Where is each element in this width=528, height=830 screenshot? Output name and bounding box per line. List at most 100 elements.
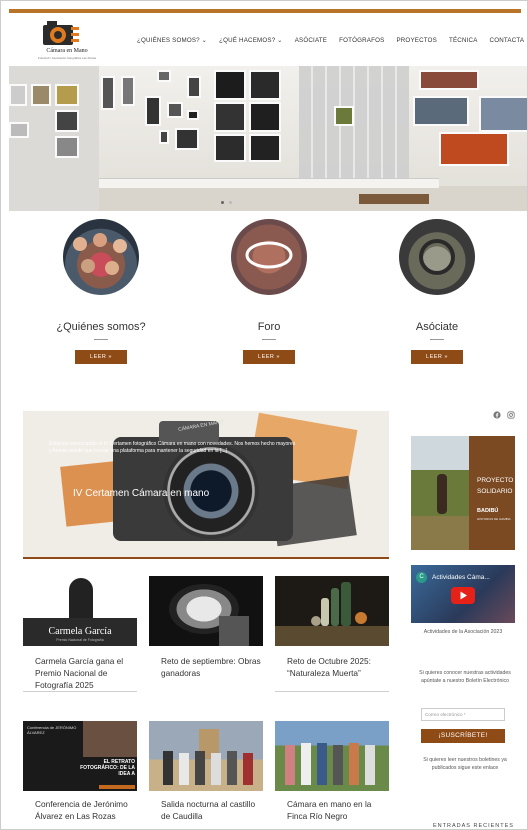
top-accent-line xyxy=(9,9,521,13)
exhibit-photo xyxy=(214,102,246,132)
exhibit-photo xyxy=(479,96,527,132)
hero-slider[interactable] xyxy=(9,66,527,211)
exhibit-bench xyxy=(359,194,429,204)
featured-post-image[interactable]: CÁMARA EN MANO xyxy=(23,411,389,557)
post-title[interactable]: Conferencia de Jerónimo Álvarez en Las R… xyxy=(35,798,135,822)
nav-item-tecnica[interactable]: TÉCNICA xyxy=(449,37,478,44)
feature-title: Foro xyxy=(257,321,281,333)
post-thumbnail[interactable] xyxy=(275,576,389,646)
featured-underline xyxy=(23,557,389,559)
feature-asociate: Asóciate LEER » xyxy=(387,219,487,364)
exhibit-photo xyxy=(249,102,281,132)
page: Cámara en Mano Fotoclub / Asociación fot… xyxy=(0,0,528,830)
read-more-button[interactable]: LEER » xyxy=(411,350,463,364)
email-field[interactable]: Correo electrónico * xyxy=(421,708,505,721)
slider-dots xyxy=(221,201,232,204)
post-card[interactable] xyxy=(275,576,389,646)
exhibit-photo xyxy=(187,110,199,120)
slider-dot[interactable] xyxy=(221,201,224,204)
exhibit-photo xyxy=(334,106,354,126)
camera-logo-icon xyxy=(43,21,79,45)
exhibit-photo xyxy=(439,132,509,166)
nav-item-asociate[interactable]: ASÓCIATE xyxy=(295,37,327,44)
logo-subtitle: Fotoclub / Asociación fotográfica Las Ro… xyxy=(37,56,97,60)
hands-photo[interactable] xyxy=(399,219,475,295)
exhibit-photo xyxy=(214,70,246,100)
social-links xyxy=(493,411,515,419)
post-card[interactable]: Carmela García Premio Nacional de Fotogr… xyxy=(23,576,137,646)
nav-item-que-hacemos[interactable]: ¿QUÉ HACEMOS? ⌄ xyxy=(219,37,283,44)
thumbnail-subtext: Conferencia de JERÓNIMO ÁLVAREZ xyxy=(27,725,77,735)
divider xyxy=(430,339,444,340)
read-more-button[interactable]: LEER » xyxy=(75,350,127,364)
exhibit-photo xyxy=(55,84,79,106)
video-caption: Actividades de la Asociación 2023 xyxy=(423,629,503,635)
post-title[interactable]: Reto de septiembre: Obras ganadoras xyxy=(161,655,261,679)
post-title[interactable]: Salida nocturna al castillo de Caudilla xyxy=(161,798,261,822)
post-title[interactable]: Cámara en mano en la Finca Río Negro xyxy=(287,798,387,822)
post-card[interactable] xyxy=(275,721,389,791)
solidarity-project-banner[interactable]: PROYECTO SOLIDARIO BADIBÚ HISTORIAS DE G… xyxy=(411,436,515,550)
post-thumbnail[interactable]: Carmela García Premio Nacional de Fotogr… xyxy=(23,576,137,646)
subscribe-button[interactable]: ¡SUSCRÍBETE! xyxy=(421,729,505,743)
feature-foro: Foro LEER » xyxy=(219,219,319,364)
exhibit-photo xyxy=(157,70,171,82)
crowd-photo[interactable] xyxy=(231,219,307,295)
post-thumbnail[interactable]: Conferencia de JERÓNIMO ÁLVAREZ EL RETRA… xyxy=(23,721,137,791)
post-title[interactable]: Reto de Octubre 2025: “Naturaleza Muerta… xyxy=(287,655,387,679)
exhibit-photo xyxy=(214,134,246,162)
exhibit-photo xyxy=(31,84,51,106)
slider-dot[interactable] xyxy=(229,201,232,204)
featured-post-title[interactable]: IV Certamen Cámara en mano xyxy=(73,488,209,499)
instagram-icon[interactable] xyxy=(507,411,515,419)
exhibit-photo xyxy=(175,128,199,150)
recent-posts-heading: ENTRADAS RECIENTES xyxy=(433,823,514,829)
group-photo[interactable] xyxy=(63,219,139,295)
thumbnail-text: Carmela García xyxy=(48,626,112,637)
exhibit-photo xyxy=(159,130,169,144)
nav-item-quienes-somos[interactable]: ¿QUIÉNES SOMOS? ⌄ xyxy=(137,37,207,44)
post-card[interactable] xyxy=(149,721,263,791)
nav-item-proyectos[interactable]: PROYECTOS xyxy=(396,37,437,44)
exhibit-photo xyxy=(55,110,79,132)
thumbnail-subtext: Premio Nacional de Fotografía xyxy=(56,638,104,642)
exhibit-photo xyxy=(55,136,79,158)
logo-text: Cámara en Mano xyxy=(46,48,88,54)
feature-quienes-somos: ¿Quiénes somos? LEER » xyxy=(51,219,151,364)
video-embed[interactable]: C Actividades Cáma... xyxy=(411,565,515,623)
facebook-icon[interactable] xyxy=(493,411,501,419)
archive-text[interactable]: Si quieres leer nuestros boletines ya pu… xyxy=(419,756,511,772)
channel-avatar: C xyxy=(416,572,427,583)
divider xyxy=(94,339,108,340)
banner-line: BADIBÚ xyxy=(477,508,499,514)
play-icon[interactable] xyxy=(451,587,475,604)
nav-item-fotografos[interactable]: FOTÓGRAFOS xyxy=(339,37,384,44)
exhibit-photo xyxy=(121,76,135,106)
exhibit-grid xyxy=(299,66,409,186)
banner-line: PROYECTO xyxy=(477,477,514,484)
post-card[interactable]: Conferencia de JERÓNIMO ÁLVAREZ EL RETRA… xyxy=(23,721,137,791)
thumbnail-text: EL RETRATO FOTOGRÁFICO: DE LA IDEA A xyxy=(80,759,135,777)
post-card[interactable] xyxy=(149,576,263,646)
exhibit-photo xyxy=(101,76,115,110)
exhibit-photo xyxy=(419,70,479,90)
crowd-ring-graphic xyxy=(245,241,293,269)
post-thumbnail[interactable] xyxy=(149,576,263,646)
exhibit-photo xyxy=(249,70,281,100)
video-title: Actividades Cáma... xyxy=(432,574,490,581)
read-more-button[interactable]: LEER » xyxy=(243,350,295,364)
post-thumbnail[interactable] xyxy=(149,721,263,791)
exhibit-table xyxy=(99,178,439,188)
card-divider xyxy=(275,691,389,692)
featured-post-excerpt: Estamos convocando el IV Certamen fotogr… xyxy=(49,441,296,454)
banner-line: SOLIDARIO xyxy=(477,488,513,495)
exhibit-photo xyxy=(249,134,281,162)
nav-item-contacta[interactable]: CONTACTA xyxy=(490,37,525,44)
exhibit-photo xyxy=(413,96,469,126)
post-thumbnail[interactable] xyxy=(275,721,389,791)
exhibit-photo xyxy=(167,102,183,118)
site-logo[interactable]: Cámara en Mano Fotoclub / Asociación fot… xyxy=(37,19,96,61)
post-title[interactable]: Carmela García gana el Premio Nacional d… xyxy=(35,655,135,691)
feature-title: Asóciate xyxy=(415,321,459,333)
exhibit-photo xyxy=(9,122,29,138)
